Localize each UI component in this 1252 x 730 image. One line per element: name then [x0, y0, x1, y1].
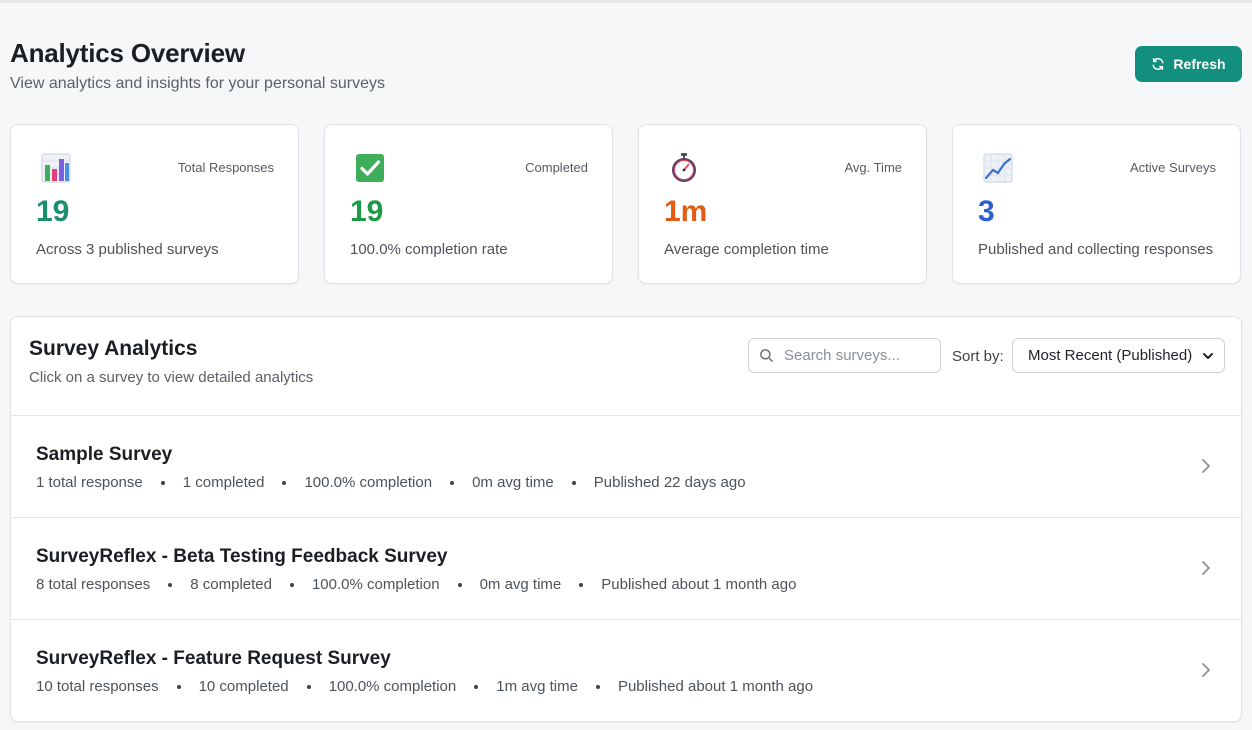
- survey-published: Published 22 days ago: [593, 474, 746, 491]
- survey-responses: 1 total response: [36, 474, 143, 491]
- separator-dot: [457, 582, 462, 587]
- check-mark-icon: [356, 154, 384, 182]
- stat-value: 19: [36, 195, 70, 228]
- separator-dot: [176, 684, 181, 689]
- top-divider: [0, 0, 1252, 3]
- bar-chart-icon: [41, 153, 71, 183]
- survey-avg-time: 0m avg time: [472, 474, 554, 491]
- chevron-right-icon: [1202, 663, 1210, 677]
- survey-row[interactable]: Sample Survey 1 total response 1 complet…: [11, 415, 1241, 517]
- separator-dot: [160, 480, 165, 485]
- refresh-button[interactable]: Refresh: [1135, 46, 1242, 82]
- stat-label: Completed: [525, 160, 588, 175]
- stat-label: Active Surveys: [1130, 160, 1216, 175]
- survey-completed: 1 completed: [182, 474, 265, 491]
- sort-label: Sort by:: [952, 348, 1004, 365]
- survey-meta: 8 total responses 8 completed 100.0% com…: [36, 576, 796, 593]
- stat-description: Published and collecting responses: [978, 241, 1214, 258]
- stat-description: Average completion time: [664, 241, 829, 258]
- separator-dot: [282, 480, 287, 485]
- page-subtitle: View analytics and insights for your per…: [10, 75, 385, 92]
- stat-value: 1m: [664, 195, 708, 228]
- survey-responses: 10 total responses: [36, 678, 159, 695]
- survey-name: Sample Survey: [36, 444, 173, 465]
- survey-avg-time: 1m avg time: [496, 678, 578, 695]
- stats-row: Total Responses 19 Across 3 published su…: [10, 124, 1242, 284]
- survey-published: Published about 1 month ago: [601, 576, 797, 593]
- survey-row[interactable]: SurveyReflex - Beta Testing Feedback Sur…: [11, 517, 1241, 619]
- page-header: Analytics Overview View analytics and in…: [10, 38, 385, 93]
- stat-label: Avg. Time: [844, 160, 902, 175]
- separator-dot: [168, 582, 173, 587]
- refresh-label: Refresh: [1173, 56, 1226, 72]
- search-box[interactable]: [748, 338, 941, 373]
- survey-avg-time: 0m avg time: [479, 576, 562, 593]
- panel-subtitle: Click on a survey to view detailed analy…: [29, 369, 314, 386]
- stat-description: 100.0% completion rate: [350, 241, 508, 258]
- sort-select-value: Most Recent (Published): [1028, 347, 1193, 364]
- chevron-right-icon: [1202, 561, 1210, 575]
- separator-dot: [306, 684, 311, 689]
- survey-completed: 8 completed: [190, 576, 272, 593]
- stat-card-completed: Completed 19 100.0% completion rate: [324, 124, 613, 284]
- stat-value: 3: [978, 195, 995, 228]
- survey-meta: 10 total responses 10 completed 100.0% c…: [36, 678, 813, 695]
- search-input[interactable]: [784, 347, 934, 364]
- stat-description: Across 3 published surveys: [36, 241, 219, 258]
- stat-card-avg-time: Avg. Time 1m Average completion time: [638, 124, 927, 284]
- separator-dot: [571, 480, 576, 485]
- survey-row[interactable]: SurveyReflex - Feature Request Survey 10…: [11, 619, 1241, 721]
- survey-meta: 1 total response 1 completed 100.0% comp…: [36, 474, 746, 491]
- survey-name: SurveyReflex - Feature Request Survey: [36, 648, 391, 669]
- chevron-down-icon: [1203, 352, 1213, 359]
- survey-published: Published about 1 month ago: [617, 678, 814, 695]
- chevron-right-icon: [1202, 459, 1210, 473]
- stat-card-active-surveys: Active Surveys 3 Published and collectin…: [952, 124, 1241, 284]
- separator-dot: [474, 684, 479, 689]
- separator-dot: [579, 582, 584, 587]
- survey-responses: 8 total responses: [36, 576, 151, 593]
- stopwatch-icon: [672, 153, 696, 182]
- trend-chart-icon: [983, 153, 1013, 183]
- stat-label: Total Responses: [177, 160, 274, 175]
- survey-completion: 100.0% completion: [311, 576, 440, 593]
- separator-dot: [450, 480, 455, 485]
- survey-completed: 10 completed: [198, 678, 289, 695]
- page-title: Analytics Overview: [10, 38, 245, 68]
- separator-dot: [595, 684, 600, 689]
- stat-card-total-responses: Total Responses 19 Across 3 published su…: [10, 124, 299, 284]
- survey-name: SurveyReflex - Beta Testing Feedback Sur…: [36, 546, 448, 567]
- sort-select[interactable]: Most Recent (Published): [1012, 338, 1225, 373]
- survey-analytics-panel: Survey Analytics Click on a survey to vi…: [10, 316, 1242, 722]
- search-icon: [760, 349, 773, 362]
- panel-title: Survey Analytics: [29, 337, 198, 360]
- survey-completion: 100.0% completion: [304, 474, 433, 491]
- refresh-icon: [1152, 58, 1164, 70]
- survey-completion: 100.0% completion: [328, 678, 457, 695]
- stat-value: 19: [350, 195, 384, 228]
- separator-dot: [289, 582, 294, 587]
